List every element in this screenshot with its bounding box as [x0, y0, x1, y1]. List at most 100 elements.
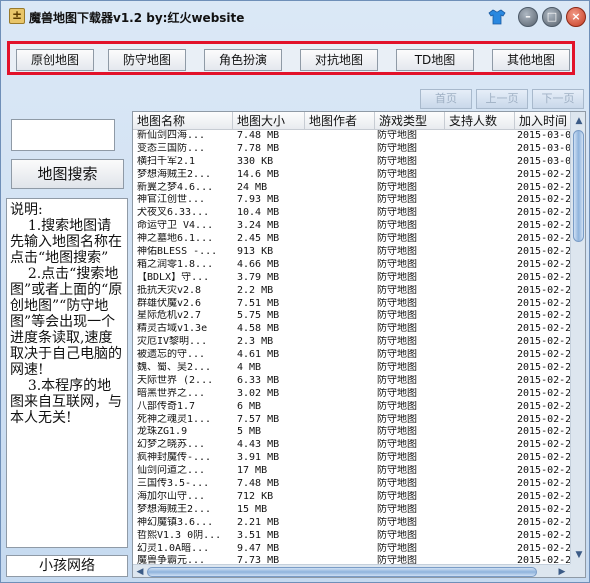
table-row[interactable]: 抵抗天灾v2.8 2.2 MB 防守地图 2015-02-2: [133, 285, 573, 298]
first-page-button[interactable]: 首页: [420, 89, 472, 109]
table-cell: 防守地图: [377, 130, 417, 141]
table-cell: 防守地图: [377, 465, 417, 477]
table-cell: 2015-02-2: [517, 387, 571, 399]
table-row[interactable]: 变态三国防... 7.78 MB 防守地图 2015-03-0: [133, 143, 573, 156]
table-cell: 死神之魂灵1...: [137, 413, 212, 425]
scroll-down-icon[interactable]: ▼: [572, 548, 585, 562]
tshirt-icon[interactable]: [488, 8, 506, 26]
table-row[interactable]: 新仙剑四海... 7.48 MB 防守地图 2015-03-0: [133, 130, 573, 143]
table-cell: 海加尔山守...: [137, 490, 206, 502]
table-cell: 2.3 MB: [237, 336, 274, 348]
minimize-button[interactable]: –: [518, 7, 538, 27]
table-cell: 2015-02-2: [517, 374, 571, 386]
table-row[interactable]: 梦想海贼王2... 14.6 MB 防守地图 2015-02-2: [133, 169, 573, 182]
table-cell: 防守地图: [377, 297, 417, 309]
table-row[interactable]: 星际危机v2.7 5.75 MB 防守地图 2015-02-2: [133, 310, 573, 323]
table-cell: 7.48 MB: [237, 478, 280, 490]
table-cell: 2015-02-2: [517, 220, 571, 232]
table-row[interactable]: 箱之润零1.8... 4.66 MB 防守地图 2015-02-2: [133, 259, 573, 272]
horizontal-scroll-thumb[interactable]: [147, 567, 537, 577]
app-icon: ±: [9, 8, 25, 24]
table-cell: 哲熙V1.3 0阴...: [137, 529, 222, 541]
table-cell: 防守地图: [377, 155, 417, 167]
table-row[interactable]: 神佑BLESS -... 913 KB 防守地图 2015-02-2: [133, 246, 573, 259]
table-row[interactable]: 三国传3.5-... 7.48 MB 防守地图 2015-02-2: [133, 478, 573, 491]
table-row[interactable]: 群雄伏魔v2.6 7.51 MB 防守地图 2015-02-2: [133, 298, 573, 311]
table-cell: 4 MB: [237, 362, 262, 374]
table-row[interactable]: 犬夜叉6.33... 10.4 MB 防守地图 2015-02-2: [133, 207, 573, 220]
table-row[interactable]: 天际世界 (2... 6.33 MB 防守地图 2015-02-2: [133, 375, 573, 388]
prev-page-button[interactable]: 上一页: [476, 89, 528, 109]
table-cell: 防守地图: [377, 168, 417, 180]
scroll-right-icon[interactable]: ▶: [555, 565, 569, 577]
column-header-author[interactable]: 地图作者: [305, 112, 375, 130]
search-input[interactable]: [11, 119, 115, 151]
table-cell: 防守地图: [377, 142, 417, 154]
search-button[interactable]: 地图搜索: [11, 159, 124, 189]
column-header-players[interactable]: 支持人数: [445, 112, 515, 130]
column-header-date[interactable]: 加入时间: [515, 112, 575, 130]
table-cell: 防守地图: [377, 529, 417, 541]
table-cell: 防守地图: [377, 220, 417, 232]
table-row[interactable]: 幻灵1.0A暗... 9.47 MB 防守地图 2015-02-2: [133, 543, 573, 556]
table-cell: 防守地图: [377, 336, 417, 348]
table-row[interactable]: 暗黑世界之... 3.02 MB 防守地图 2015-02-2: [133, 388, 573, 401]
maximize-button[interactable]: □: [542, 7, 562, 27]
table-row[interactable]: 仙剑问道之... 17 MB 防守地图 2015-02-2: [133, 465, 573, 478]
scroll-left-icon[interactable]: ◀: [133, 565, 147, 577]
table-row[interactable]: 八部传奇1.7 6 MB 防守地图 2015-02-2: [133, 401, 573, 414]
category-button-defense[interactable]: 防守地图: [108, 49, 186, 71]
table-row[interactable]: 龙珠ZG1.9 5 MB 防守地图 2015-02-2: [133, 426, 573, 439]
table-row[interactable]: 魏、蜀、吴2... 4 MB 防守地图 2015-02-2: [133, 362, 573, 375]
vertical-scrollbar[interactable]: ▲ ▼: [570, 112, 585, 564]
table-row[interactable]: 疯神封魔传-... 3.91 MB 防守地图 2015-02-2: [133, 452, 573, 465]
table-row[interactable]: 【BDLX】守... 3.79 MB 防守地图 2015-02-2: [133, 272, 573, 285]
column-header-name[interactable]: 地图名称: [133, 112, 233, 130]
table-row[interactable]: 横扫千军2.1 330 KB 防守地图 2015-03-0: [133, 156, 573, 169]
table-row[interactable]: 幻梦之晓苏... 4.43 MB 防守地图 2015-02-2: [133, 439, 573, 452]
table-row[interactable]: 新翼之梦4.6... 24 MB 防守地图 2015-02-2: [133, 182, 573, 195]
table-cell: 横扫千军2.1: [137, 155, 196, 167]
horizontal-scrollbar[interactable]: ◀ ▶: [133, 564, 570, 577]
category-button-original[interactable]: 原创地图: [16, 49, 94, 71]
next-page-button[interactable]: 下一页: [532, 89, 584, 109]
table-cell: 防守地图: [377, 181, 417, 193]
table-cell: 防守地图: [377, 233, 417, 245]
table-cell: 2015-02-2: [517, 297, 571, 309]
table-cell: 防守地图: [377, 284, 417, 296]
table-cell: 330 KB: [237, 155, 274, 167]
table-cell: 4.43 MB: [237, 439, 280, 451]
table-row[interactable]: 神幻魔镇3.6... 2.21 MB 防守地图 2015-02-2: [133, 517, 573, 530]
table-row[interactable]: 灾厄IV黎明... 2.3 MB 防守地图 2015-02-2: [133, 336, 573, 349]
table-cell: 913 KB: [237, 246, 274, 258]
table-row[interactable]: 神官江创世... 7.93 MB 防守地图 2015-02-2: [133, 194, 573, 207]
table-cell: 防守地图: [377, 271, 417, 283]
instructions-text: 说明: 1.搜索地图请先输入地图名称在点击“地图搜索” 2.点击“搜索地图”或者…: [6, 198, 128, 548]
table-cell: 712 KB: [237, 490, 274, 502]
column-header-size[interactable]: 地图大小: [233, 112, 305, 130]
scroll-up-icon[interactable]: ▲: [572, 114, 585, 128]
table-row[interactable]: 被遗忘的守... 4.61 MB 防守地图 2015-02-2: [133, 349, 573, 362]
table-cell: 2015-02-2: [517, 465, 571, 477]
category-button-rpg[interactable]: 角色扮演: [204, 49, 282, 71]
left-panel: 地图搜索 说明: 1.搜索地图请先输入地图名称在点击“地图搜索” 2.点击“搜索…: [6, 83, 128, 579]
table-row[interactable]: 梦想海贼王2... 15 MB 防守地图 2015-02-2: [133, 504, 573, 517]
table-row[interactable]: 神之墓地6.1... 2.45 MB 防守地图 2015-02-2: [133, 233, 573, 246]
vertical-scroll-thumb[interactable]: [573, 130, 584, 242]
close-button[interactable]: ×: [566, 7, 586, 27]
category-button-versus[interactable]: 对抗地图: [300, 49, 378, 71]
table-cell: 抵抗天灾v2.8: [137, 284, 202, 296]
table-cell: 箱之润零1.8...: [137, 258, 214, 270]
table-cell: 7.57 MB: [237, 413, 280, 425]
category-toolbar: 原创地图 防守地图 角色扮演 对抗地图 TD地图 其他地图: [7, 41, 575, 75]
category-button-other[interactable]: 其他地图: [492, 49, 570, 71]
table-row[interactable]: 海加尔山守... 712 KB 防守地图 2015-02-2: [133, 491, 573, 504]
table-row[interactable]: 命运守卫 V4... 3.24 MB 防守地图 2015-02-2: [133, 220, 573, 233]
table-cell: 2015-02-2: [517, 233, 571, 245]
table-row[interactable]: 死神之魂灵1... 7.57 MB 防守地图 2015-02-2: [133, 414, 573, 427]
column-header-type[interactable]: 游戏类型: [375, 112, 445, 130]
category-button-td[interactable]: TD地图: [396, 49, 474, 71]
table-cell: 2015-02-2: [517, 490, 571, 502]
table-row[interactable]: 哲熙V1.3 0阴... 3.51 MB 防守地图 2015-02-2: [133, 530, 573, 543]
table-row[interactable]: 精灵古域v1.3e 4.58 MB 防守地图 2015-02-2: [133, 323, 573, 336]
